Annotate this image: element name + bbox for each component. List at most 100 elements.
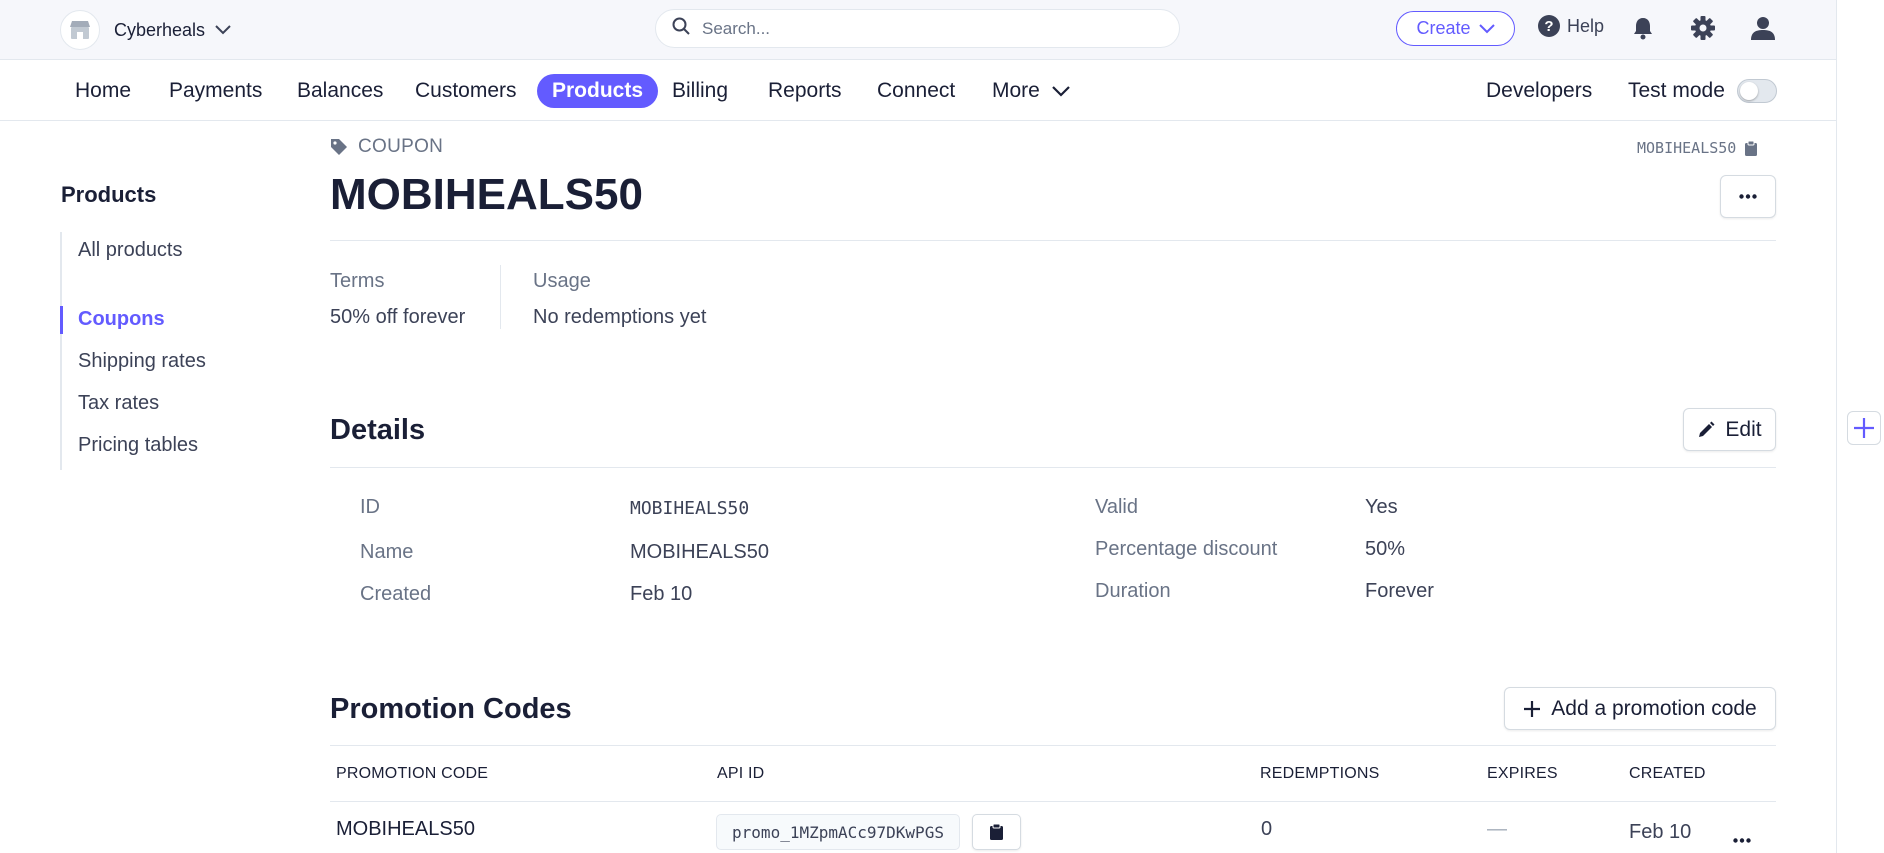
api-id-cell: promo_1MZpmACc97DKwPGS [716,814,960,850]
panel-divider [1836,0,1837,853]
created-cell: Feb 10 [1629,821,1692,843]
sidebar-item-pricing-tables[interactable]: Pricing tables [78,434,198,457]
plus-icon [1523,700,1541,718]
ellipsis-icon [1733,838,1751,843]
nav-item-billing[interactable]: Billing [672,74,728,108]
search-input[interactable]: Search... [655,9,1180,48]
add-promotion-code-button[interactable]: Add a promotion code [1504,687,1776,730]
search-icon [672,17,690,40]
chevron-down-icon [1051,86,1070,97]
store-icon [60,10,100,50]
help-icon: ? [1538,15,1560,37]
terms-value: 50% off forever [330,306,466,328]
detail-value-name: MOBIHEALS50 [630,541,769,563]
bell-icon [1634,18,1652,40]
edit-label: Edit [1725,417,1762,441]
redemptions-cell: 0 [1261,818,1273,840]
plus-icon [1854,418,1874,438]
sidebar-item-coupons[interactable]: Coupons [78,308,165,331]
detail-value-id: MOBIHEALS50 [630,498,750,519]
promotion-codes-title: Promotion Codes [330,693,572,725]
column-header-expires: EXPIRES [1487,765,1558,782]
breadcrumb-label: COUPON [358,136,444,157]
user-icon [1751,17,1775,40]
summary-divider [500,265,501,329]
nav-item-connect[interactable]: Connect [877,74,955,108]
nav-item-balances[interactable]: Balances [297,74,383,108]
promotion-code-cell[interactable]: MOBIHEALS50 [336,818,475,841]
detail-label-percentage-discount: Percentage discount [1095,538,1278,560]
column-header-api-id: API ID [717,765,765,782]
tag-icon [331,139,347,155]
chevron-down-icon [1478,23,1495,33]
row-actions-button[interactable] [1733,830,1751,848]
clipboard-icon [990,823,1003,840]
divider [330,467,1776,468]
sidebar-title: Products [61,182,157,207]
more-actions-button[interactable] [1720,175,1776,218]
nav-item-home[interactable]: Home [75,74,131,108]
ellipsis-icon [1739,194,1757,199]
toggle-knob [1740,82,1758,100]
divider [330,240,1776,241]
usage-label: Usage [533,270,591,292]
notifications-button[interactable] [1629,14,1657,42]
detail-label-id: ID [360,496,380,518]
test-mode-toggle[interactable] [1737,79,1777,103]
account-name: Cyberheals [114,19,206,40]
gear-icon [1691,16,1715,40]
expires-cell: — [1487,818,1507,840]
test-mode-label: Test mode [1628,79,1725,102]
profile-button[interactable] [1749,14,1777,42]
breadcrumb: COUPON [330,136,443,158]
edit-button[interactable]: Edit [1683,408,1776,451]
open-panel-button[interactable] [1847,411,1881,445]
detail-label-duration: Duration [1095,580,1171,602]
create-button[interactable]: Create [1396,11,1515,46]
sidebar-rail [60,232,62,470]
usage-value: No redemptions yet [533,306,707,328]
pencil-icon [1697,421,1715,439]
column-header-redemptions: REDEMPTIONS [1260,765,1380,782]
nav-item-more[interactable]: More [992,74,1070,108]
coupon-id-copy[interactable]: MOBIHEALS50 [1637,139,1758,157]
detail-label-created: Created [360,583,432,605]
nav-more-label: More [992,79,1040,102]
coupon-id-text: MOBIHEALS50 [1637,139,1737,157]
divider [330,745,1776,746]
create-label: Create [1416,18,1471,38]
chevron-down-icon [215,25,231,35]
page-title: MOBIHEALS50 [330,170,643,219]
add-promotion-code-label: Add a promotion code [1551,696,1757,720]
detail-label-valid: Valid [1095,496,1138,518]
top-bar: Cyberheals Search... Create ? Help [0,0,1836,60]
nav-item-developers[interactable]: Developers [1486,74,1592,108]
svg-text:?: ? [1544,18,1553,35]
search-placeholder: Search... [702,18,771,38]
copy-api-id-button[interactable] [972,814,1021,850]
detail-value-duration: Forever [1365,580,1434,602]
divider [330,801,1776,802]
nav-item-products[interactable]: Products [537,74,659,108]
column-header-created: CREATED [1629,765,1706,782]
account-switcher[interactable]: Cyberheals [60,10,231,50]
clipboard-icon [1745,140,1758,156]
sidebar-active-marker [60,306,63,334]
nav-item-reports[interactable]: Reports [768,74,842,108]
nav-item-payments[interactable]: Payments [169,74,262,108]
help-label: Help [1567,15,1605,36]
sidebar-item-shipping-rates[interactable]: Shipping rates [78,350,206,373]
details-title: Details [330,414,426,446]
terms-label: Terms [330,270,385,292]
main-nav: Home Payments Balances Customers Product… [0,61,1836,121]
column-header-promotion-code: PROMOTION CODE [336,765,489,782]
settings-button[interactable] [1689,14,1717,42]
sidebar-item-tax-rates[interactable]: Tax rates [78,392,159,415]
detail-label-name: Name [360,541,414,563]
detail-value-valid: Yes [1365,496,1398,518]
help-button[interactable]: ? Help [1537,14,1604,38]
detail-value-percentage-discount: 50% [1365,538,1406,560]
sidebar-item-all-products[interactable]: All products [78,239,183,262]
detail-value-created: Feb 10 [630,583,693,605]
nav-item-customers[interactable]: Customers [415,74,517,108]
